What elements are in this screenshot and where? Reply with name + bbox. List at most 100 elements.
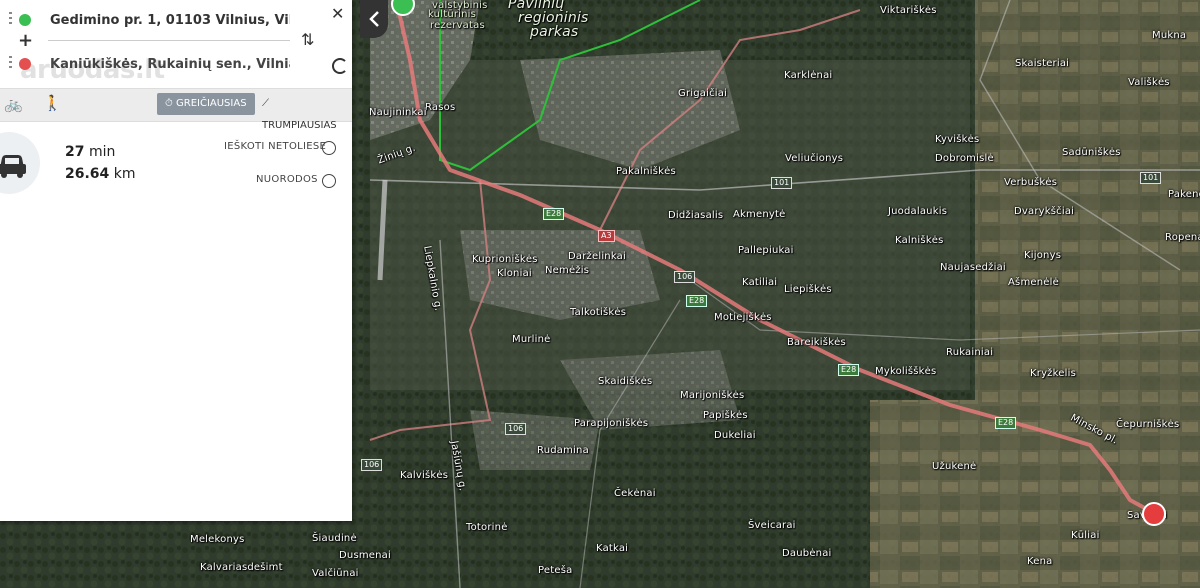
map-place-label: Karklėnai (784, 70, 833, 81)
swap-button[interactable]: ⇅ (301, 30, 314, 49)
map-place-label: Čekėnai (614, 488, 656, 499)
map-place-label: Kloniai (497, 268, 532, 279)
map-place-label: Mykolišškės (875, 366, 937, 377)
road-shield: 106 (674, 271, 696, 283)
tab-fastest[interactable]: ⏱ GREIČIAUSIAS (157, 93, 255, 115)
map-place-label: Marijoniškės (680, 390, 745, 401)
car-mode-button[interactable] (0, 132, 40, 194)
road-shield: E28 (995, 417, 1017, 429)
map-place-label: Dobromislė (935, 153, 994, 164)
map-place-label: Dvarykščiai (1014, 206, 1075, 217)
route-duration: 27 min (65, 144, 115, 160)
tab-shortest[interactable]: ⟋ TRUMPIAUSIAS (254, 93, 352, 131)
search-nearby-icon[interactable] (322, 141, 336, 155)
map-place-label: Sadūniškės (1062, 147, 1121, 158)
road-shield: 106 (505, 423, 527, 435)
map-place-label: Kalvariasdešimt (200, 562, 283, 573)
map-place-label: Ašmenėlė (1008, 277, 1059, 288)
end-point-icon (19, 58, 31, 70)
map-place-label: Parapijoniškės (574, 418, 649, 429)
map-place-label: Pakalniškės (616, 166, 676, 177)
drag-handle-icon[interactable] (9, 12, 12, 26)
map-place-label: Murlinė (512, 334, 551, 345)
road-shield: 101 (771, 177, 793, 189)
map-place-label: Naujasedžiai (940, 262, 1006, 273)
map-place-label: Rukainiai (946, 347, 994, 358)
map-place-label: Vališkės (1128, 77, 1170, 88)
map-place-label: Verbuškės (1004, 177, 1058, 188)
start-point-icon (19, 14, 31, 26)
chevron-left-icon (369, 11, 379, 27)
duration-unit: min (88, 144, 116, 160)
map-place-label: Akmenytė (733, 209, 786, 220)
collapse-panel-button[interactable] (360, 0, 388, 38)
map-place-label: Mukna (1152, 30, 1187, 41)
directions-icon[interactable] (322, 174, 336, 188)
map-place-label: Katkai (596, 543, 629, 554)
map-place-label: Darželinkai (568, 251, 626, 262)
tab-shortest-label: TRUMPIAUSIAS (262, 120, 337, 131)
map-place-label: Dusmenai (339, 550, 391, 561)
map-place-label: Čepurniškės (1116, 419, 1180, 430)
map-place-label: Veliučionys (785, 153, 844, 164)
map-place-label: Šiaudinė (312, 533, 357, 544)
map-place-label: Bareikiškės (787, 337, 846, 348)
route-panel: aruodas.lt Gedimino pr. 1, 01103 Vilnius… (0, 0, 352, 521)
map-place-label: parkas (530, 24, 579, 40)
map-place-label: kultūrinis (428, 9, 477, 20)
directions-link[interactable]: NUORODOS (256, 174, 318, 185)
map-place-label: Kyviškės (935, 134, 980, 145)
origin-underline (48, 40, 290, 41)
map-place-label: Totorinė (466, 522, 508, 533)
refresh-icon[interactable] (332, 58, 348, 74)
map-place-label: Viktariškės (880, 5, 937, 16)
origin-input[interactable]: Gedimino pr. 1, 01103 Vilnius, Vilniaus (50, 13, 290, 28)
road-shield: 101 (1140, 172, 1162, 184)
search-nearby-link[interactable]: IEŠKOTI NETOLIESE (224, 141, 326, 152)
map-place-label: Papiškės (703, 410, 748, 421)
map-place-label: Daubėnai (782, 548, 832, 559)
bicycle-icon[interactable]: 🚲 (4, 95, 23, 113)
map-place-label: Kryžkelis (1030, 368, 1076, 379)
close-button[interactable]: ✕ (331, 4, 344, 23)
map-place-label: Didžiasalis (668, 210, 724, 221)
map-place-label: Grigaičiai (678, 88, 728, 99)
map-place-label: Šveicarai (748, 520, 796, 531)
map-place-label: Pakenė (1168, 189, 1200, 200)
distance-unit: km (113, 166, 136, 182)
map-place-label: Liepiškės (784, 284, 832, 295)
travel-mode-bar: 🚲 🚶 ⏱ GREIČIAUSIAS ⟋ TRUMPIAUSIAS (0, 88, 352, 131)
drag-handle-icon[interactable] (9, 56, 12, 70)
car-icon (0, 155, 26, 178)
ruler-icon: ⟋ (262, 98, 269, 109)
road-shield: A3 (598, 230, 615, 242)
duration-value: 27 (65, 144, 85, 160)
road-shield: 106 (361, 459, 383, 471)
map-place-label: Kuprioniškės (472, 254, 538, 265)
distance-value: 26.64 (65, 166, 110, 182)
map-place-label: Peteša (538, 565, 573, 576)
map-place-label: Rudamina (537, 445, 589, 456)
map-place-label: Melekonys (190, 534, 245, 545)
map-place-label: Skaisteriai (1015, 58, 1070, 69)
map-place-label: Kūliai (1071, 530, 1100, 541)
map-place-label: Talkotiškės (570, 307, 627, 318)
add-stop-button[interactable]: + (18, 30, 33, 51)
route-end-marker[interactable] (1142, 502, 1166, 526)
road-shield: E28 (838, 364, 860, 376)
stopwatch-icon: ⏱ (165, 98, 173, 109)
map-place-label: Kijonys (1024, 250, 1062, 261)
map-place-label: Nemėžis (545, 265, 590, 276)
destination-input[interactable]: Kaniūkiškės, Rukainių sen., Vilniaus r. (50, 57, 290, 72)
route-distance: 26.64 km (65, 166, 136, 182)
map-place-label: Valčiūnai (312, 568, 359, 579)
map-place-label: Rasos (425, 102, 456, 113)
map-place-label: Juodalaukis (888, 206, 948, 217)
map-place-label: Katiliai (742, 277, 778, 288)
road-shield: E28 (543, 208, 565, 220)
map-place-label: Dukeliai (714, 430, 756, 441)
walking-icon[interactable]: 🚶 (43, 94, 62, 112)
map-place-label: Užukenė (932, 461, 977, 472)
map-place-label: Ropena (1165, 232, 1200, 243)
map-place-label: Kena (1027, 556, 1053, 567)
